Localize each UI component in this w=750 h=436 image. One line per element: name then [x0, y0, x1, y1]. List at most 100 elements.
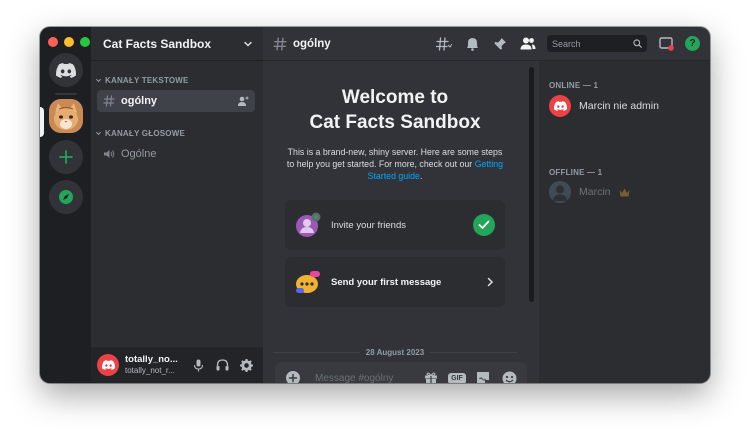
member-avatar: [549, 95, 571, 117]
description-end: .: [419, 171, 423, 181]
date-label: 28 August 2023: [365, 348, 425, 357]
voice-channels-category[interactable]: KANAŁY GŁOSOWE: [95, 129, 185, 138]
member-name: Marcin: [579, 186, 611, 198]
member-list-button[interactable]: [519, 35, 537, 53]
channel-label: ogólny: [121, 95, 158, 107]
compass-icon: [59, 190, 73, 204]
search-icon: [633, 39, 642, 48]
add-member-icon[interactable]: [237, 95, 249, 107]
invite-friends-card[interactable]: Invite your friends: [285, 200, 505, 250]
discord-logo-icon: [101, 360, 115, 370]
server-icon-cat-facts[interactable]: [49, 99, 83, 133]
headphones-icon: [216, 359, 228, 371]
discord-logo-icon: [56, 62, 76, 78]
chevron-down-icon: [244, 41, 252, 47]
pinned-messages-button[interactable]: [491, 35, 509, 53]
server-rail: [40, 27, 91, 383]
divider-line: [273, 352, 360, 353]
category-label: KANAŁY TEKSTOWE: [105, 76, 189, 85]
welcome-description: This is a brand-new, shiny server. Here …: [285, 146, 505, 182]
voice-channel-ogolne[interactable]: Ogólne: [97, 143, 255, 165]
close-window-button[interactable]: [48, 37, 58, 47]
channel-sidebar: Cat Facts Sandbox KANAŁY TEKSTOWE ogólny: [91, 27, 263, 383]
sticker-icon: [477, 372, 489, 383]
speaker-icon: [104, 150, 115, 158]
plus-icon: [59, 150, 73, 164]
search-placeholder: Search: [552, 38, 581, 49]
selected-server-indicator: [40, 107, 44, 137]
discord-window: Cat Facts Sandbox KANAŁY TEKSTOWE ogólny: [40, 27, 710, 383]
emoji-button[interactable]: [499, 368, 519, 383]
member-name: Marcin nie admin: [579, 100, 659, 112]
threads-button[interactable]: [435, 35, 453, 53]
deafen-button[interactable]: [213, 356, 231, 374]
discord-logo-icon: [553, 101, 567, 111]
divider-line: [430, 352, 517, 353]
description-text: This is a brand-new, shiny server. Here …: [286, 147, 503, 169]
cat-photo-icon: [49, 99, 83, 133]
message-composer: Message #ogólny GIF: [275, 362, 527, 383]
explore-servers-button[interactable]: [49, 180, 83, 214]
server-name: Cat Facts Sandbox: [103, 36, 212, 51]
member-avatar: [549, 181, 571, 203]
send-first-message-card[interactable]: Send your first message: [285, 257, 505, 307]
gif-button[interactable]: GIF: [447, 368, 467, 383]
gear-icon: [239, 358, 253, 372]
direct-messages-button[interactable]: [49, 53, 83, 87]
chat-area: Welcome to Cat Facts Sandbox This is a b…: [263, 61, 539, 383]
sticker-button[interactable]: [473, 368, 493, 383]
hashtag-icon: [103, 95, 115, 107]
welcome-line-2: Cat Facts Sandbox: [309, 112, 481, 133]
member-item-online[interactable]: Marcin nie admin: [549, 93, 704, 119]
chevron-right-icon: [487, 277, 494, 287]
invite-friends-icon: [296, 212, 321, 237]
welcome-line-1: Welcome to: [341, 87, 449, 108]
channel-item-ogolny[interactable]: ogólny: [97, 90, 255, 112]
traffic-lights: [48, 37, 90, 47]
chevron-down-icon: [95, 78, 102, 83]
minimize-window-button[interactable]: [64, 37, 74, 47]
user-panel: totally_no... totally_not_r...: [91, 347, 263, 383]
server-header[interactable]: Cat Facts Sandbox: [91, 27, 263, 61]
inbox-icon: [658, 36, 674, 51]
invite-friends-label: Invite your friends: [331, 219, 406, 231]
user-names[interactable]: totally_no... totally_not_r...: [125, 354, 183, 376]
microphone-icon: [193, 359, 203, 371]
member-list: ONLINE — 1 Marcin nie admin OFFLINE — 1 …: [539, 61, 710, 383]
maximize-window-button[interactable]: [80, 37, 90, 47]
hashtag-icon: [273, 36, 287, 51]
add-server-button[interactable]: [49, 140, 83, 174]
member-item-offline[interactable]: Marcin: [549, 179, 704, 205]
message-input[interactable]: Message #ogólny: [315, 373, 415, 384]
channel-header: ogólny Search ?: [263, 27, 710, 61]
notifications-button[interactable]: [463, 35, 481, 53]
category-label: KANAŁY GŁOSOWE: [105, 129, 185, 138]
smiley-icon: [502, 371, 516, 383]
username: totally_no...: [125, 354, 178, 365]
online-header: ONLINE — 1: [549, 81, 599, 90]
plus-circle-icon: [286, 371, 300, 383]
completed-check-icon: [473, 214, 495, 236]
offline-header: OFFLINE — 1: [549, 168, 603, 177]
gift-icon: [425, 372, 437, 383]
user-avatar[interactable]: [97, 354, 119, 376]
chat-scrollbar[interactable]: [529, 67, 534, 302]
user-settings-button[interactable]: [237, 356, 255, 374]
text-channels-category[interactable]: KANAŁY TEKSTOWE: [95, 76, 189, 85]
user-tag: totally_not_r...: [125, 366, 175, 375]
help-button[interactable]: ?: [685, 36, 700, 51]
pin-icon: [494, 37, 506, 49]
mute-button[interactable]: [189, 356, 207, 374]
gift-button[interactable]: [421, 368, 441, 383]
rail-separator: [55, 93, 77, 95]
inbox-button[interactable]: [657, 35, 675, 53]
threads-icon: [436, 36, 452, 51]
channel-label: Ogólne: [121, 148, 157, 160]
welcome-heading: Welcome to Cat Facts Sandbox: [263, 85, 527, 135]
bell-icon: [466, 37, 478, 51]
gif-label: GIF: [448, 372, 466, 383]
attach-upload-button[interactable]: [283, 368, 303, 383]
search-input[interactable]: Search: [547, 35, 647, 52]
channel-title: ogólny: [293, 37, 331, 50]
message-bubble-icon: [296, 271, 320, 293]
